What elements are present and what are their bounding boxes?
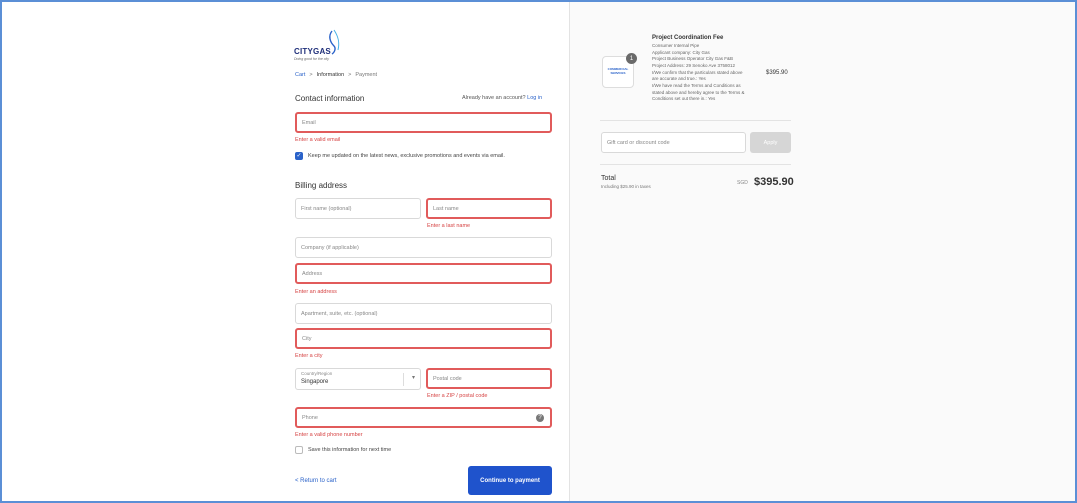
address-error: Enter an address — [295, 289, 337, 295]
order-summary-panel: COMMERCIAL SERVICES 1 Project Coordinati… — [569, 2, 1075, 501]
save-info-checkbox[interactable] — [295, 446, 303, 454]
last-name-placeholder: Last name — [433, 205, 459, 212]
product-title: Project Coordination Fee — [652, 35, 724, 41]
product-detail-line: Project Business Operator City Gas F&B — [652, 56, 734, 62]
postal-code-placeholder: Postal code — [433, 375, 462, 382]
save-info-row[interactable]: Save this information for next time — [295, 446, 391, 454]
last-name-error: Enter a last name — [427, 223, 471, 229]
phone-field[interactable]: Phone ? — [295, 407, 552, 428]
city-placeholder: City — [302, 335, 312, 342]
city-gas-logo[interactable]: CITYGAS Doing good for the city — [294, 28, 354, 68]
apartment-placeholder: Apartment, suite, etc. (optional) — [301, 310, 378, 317]
city-field[interactable]: City — [295, 328, 552, 349]
postal-code-error: Enter a ZIP / postal code — [427, 393, 488, 399]
last-name-field[interactable]: Last name — [426, 198, 552, 219]
product-detail-line: I/We have read the Terms and Conditions … — [652, 82, 741, 88]
chevron-down-icon: ▾ — [411, 375, 415, 381]
product-detail-line: Conditions set out there in.: Yes — [652, 96, 716, 102]
address-field[interactable]: Address — [295, 263, 552, 284]
help-icon[interactable]: ? — [536, 414, 544, 422]
summary-divider — [600, 120, 791, 121]
billing-section-title: Billing address — [295, 181, 348, 190]
total-currency: SGD — [737, 180, 748, 186]
product-detail-line: Project Address: 29 Senoko Ave 3758012 — [652, 62, 735, 68]
apartment-field[interactable]: Apartment, suite, etc. (optional) — [295, 303, 552, 324]
discount-code-placeholder: Gift card or discount code — [607, 139, 670, 146]
tax-note: Including $25.90 in taxes — [601, 184, 651, 189]
address-placeholder: Address — [302, 270, 323, 277]
marketing-opt-in-label: Keep me updated on the latest news, excl… — [308, 153, 505, 159]
postal-code-field[interactable]: Postal code — [426, 368, 552, 389]
country-select-value: Singapore — [301, 379, 329, 385]
breadcrumb-separator: > — [348, 72, 352, 78]
total-label: Total — [601, 175, 616, 182]
contact-section-title: Contact information — [295, 94, 365, 103]
company-placeholder: Company (if applicable) — [301, 244, 359, 251]
quantity-badge: 1 — [626, 53, 637, 64]
logo-tagline: Doing good for the city — [294, 57, 330, 61]
first-name-field[interactable]: First name (optional) — [295, 198, 421, 219]
product-detail-line: stated above and hereby agree to the Ter… — [652, 89, 745, 95]
email-placeholder: Email — [302, 119, 316, 126]
breadcrumb-separator: > — [309, 72, 313, 78]
logo-wordmark: CITYGAS — [294, 47, 331, 56]
breadcrumb-payment: Payment — [355, 72, 378, 78]
first-name-placeholder: First name (optional) — [301, 205, 352, 212]
save-info-label: Save this information for next time — [308, 447, 392, 453]
phone-error: Enter a valid phone number — [295, 432, 363, 438]
product-thumbnail-text: COMMERCIAL SERVICES — [607, 67, 629, 75]
city-error: Enter a city — [295, 353, 323, 359]
continue-to-payment-button[interactable]: Continue to payment — [468, 466, 552, 495]
country-select-label: Country/Region — [301, 371, 333, 376]
summary-divider — [600, 164, 791, 165]
breadcrumb-information: Information — [316, 72, 345, 78]
email-error: Enter a valid email — [295, 137, 341, 143]
marketing-checkbox[interactable]: ✓ — [295, 152, 303, 160]
discount-code-input[interactable]: Gift card or discount code — [601, 132, 746, 153]
phone-placeholder: Phone — [302, 414, 318, 421]
country-select[interactable]: Country/Region Singapore ▾ — [295, 368, 421, 390]
email-field[interactable]: Email — [295, 112, 552, 133]
select-divider — [403, 373, 404, 386]
product-price: $395.90 — [766, 70, 788, 76]
return-to-cart-link[interactable]: < Return to cart — [295, 478, 337, 484]
marketing-opt-in[interactable]: ✓ Keep me updated on the latest news, ex… — [295, 152, 505, 160]
breadcrumb-cart[interactable]: Cart — [295, 72, 305, 78]
product-detail-line: Applicant company: City Gas — [652, 49, 710, 55]
login-link[interactable]: Log in — [527, 95, 542, 101]
product-detail-line: Consumer Internal Pipe — [652, 43, 700, 48]
product-detail-line: are accurate and true.: Yes — [652, 76, 706, 82]
account-prompt: Already have an account? Log in — [462, 95, 542, 101]
company-field[interactable]: Company (if applicable) — [295, 237, 552, 258]
total-amount: $395.90 — [754, 176, 794, 188]
breadcrumb: Cart > Information > Payment — [295, 72, 377, 78]
account-prompt-text: Already have an account? — [462, 95, 526, 101]
apply-discount-button[interactable]: Apply — [750, 132, 791, 153]
